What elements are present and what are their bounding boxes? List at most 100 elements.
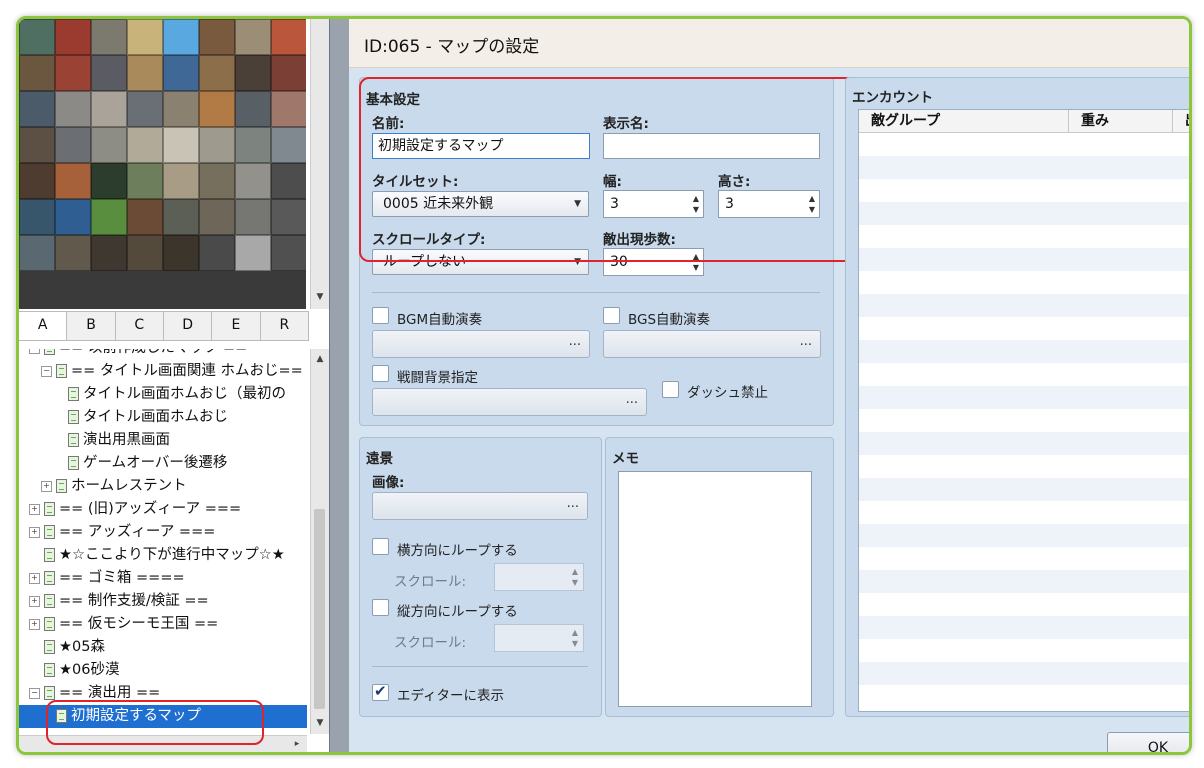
tileset-tab-e[interactable]: E [212, 312, 261, 340]
tileset-tile[interactable] [19, 235, 55, 271]
bgm-browse-button[interactable]: ... [372, 330, 590, 358]
expand-icon[interactable]: + [29, 595, 40, 607]
tileset-tile[interactable] [163, 199, 199, 235]
table-row[interactable] [859, 225, 1189, 248]
table-row[interactable] [859, 685, 1189, 708]
bgs-browse-button[interactable]: ... [603, 330, 821, 358]
table-row[interactable] [859, 616, 1189, 639]
show-in-editor-checkbox[interactable] [372, 682, 389, 701]
tileset-tile[interactable] [163, 235, 199, 271]
tileset-tile[interactable] [163, 163, 199, 199]
tileset-tile[interactable] [199, 127, 235, 163]
collapse-icon[interactable]: − [41, 365, 52, 377]
name-field[interactable]: 初期設定するマップ [372, 133, 590, 159]
map-tree-item[interactable]: + == (旧)アッズィーア === [19, 498, 307, 521]
table-row[interactable] [859, 570, 1189, 593]
tileset-tile[interactable] [235, 55, 271, 91]
table-row[interactable] [859, 248, 1189, 271]
spinner-arrows-icon[interactable]: ▲ ▼ [693, 193, 699, 215]
tileset-tile[interactable] [91, 55, 127, 91]
bgm-checkbox[interactable] [372, 307, 389, 324]
tileset-tile[interactable] [91, 127, 127, 163]
map-tree-item[interactable]: 初期設定するマップ [19, 705, 307, 728]
tileset-tile[interactable] [55, 127, 91, 163]
tileset-tile[interactable] [19, 199, 55, 235]
table-row[interactable] [859, 524, 1189, 547]
tileset-tile[interactable] [235, 127, 271, 163]
tileset-tile[interactable] [91, 199, 127, 235]
tileset-tile[interactable] [19, 19, 55, 55]
map-tree-item[interactable]: ★☆ここより下が進行中マップ☆★ [19, 544, 307, 567]
tileset-tile[interactable] [235, 91, 271, 127]
tileset-tile[interactable] [91, 163, 127, 199]
tileset-tile[interactable] [55, 199, 91, 235]
tileset-tile[interactable] [271, 235, 306, 271]
width-spinner[interactable]: 3 ▲ ▼ [603, 190, 704, 218]
table-row[interactable] [859, 133, 1189, 156]
tileset-tile[interactable] [271, 199, 306, 235]
tileset-tab-b[interactable]: B [67, 312, 116, 340]
encounter-table[interactable]: 敵グループ 重み 出 [858, 109, 1189, 712]
table-row[interactable] [859, 639, 1189, 662]
column-header-region[interactable]: 出 [1173, 110, 1189, 132]
tileset-tab-c[interactable]: C [116, 312, 164, 340]
tileset-tile[interactable] [19, 91, 55, 127]
scroll-up-icon[interactable]: ▲ [314, 353, 326, 365]
table-row[interactable] [859, 202, 1189, 225]
tileset-tile[interactable] [163, 127, 199, 163]
map-tree-hscrollbar[interactable]: ▸ [19, 735, 307, 752]
tileset-tile[interactable] [91, 91, 127, 127]
tileset-tile[interactable] [127, 91, 163, 127]
tileset-tile[interactable] [19, 127, 55, 163]
map-tree-item[interactable]: + == ゴミ箱 ==== [19, 567, 307, 590]
column-header-weight[interactable]: 重み [1069, 110, 1173, 132]
map-tree-item[interactable]: ★05森 [19, 636, 307, 659]
scroll-down-icon[interactable]: ▼ [314, 291, 326, 303]
table-row[interactable] [859, 179, 1189, 202]
tileset-tile[interactable] [127, 19, 163, 55]
map-tree-item[interactable]: タイトル画面ホムおじ [19, 406, 307, 429]
tileset-tile[interactable] [19, 163, 55, 199]
tileset-tile[interactable] [199, 91, 235, 127]
splitter[interactable] [329, 19, 350, 752]
tileset-tile[interactable] [271, 19, 306, 55]
tileset-select[interactable]: 0005 近未来外観 ▼ [372, 191, 589, 217]
dash-disable-checkbox[interactable] [662, 381, 679, 398]
scroll-down-icon[interactable]: ▼ [314, 717, 326, 729]
tileset-tile[interactable] [199, 235, 235, 271]
expand-icon[interactable]: + [29, 618, 40, 630]
tileset-tile[interactable] [235, 235, 271, 271]
tileset-tile[interactable] [235, 199, 271, 235]
table-row[interactable] [859, 409, 1189, 432]
height-spinner[interactable]: 3 ▲ ▼ [718, 190, 820, 218]
tileset-scrollbar[interactable]: ▼ [310, 19, 329, 309]
tileset-tile[interactable] [271, 91, 306, 127]
tileset-tile[interactable] [127, 163, 163, 199]
table-row[interactable] [859, 340, 1189, 363]
tileset-tile[interactable] [271, 127, 306, 163]
map-tree-item[interactable]: − == 演出用 == [19, 682, 307, 705]
tileset-tile[interactable] [55, 55, 91, 91]
tileset-tile[interactable] [127, 199, 163, 235]
loop-horizontal-checkbox[interactable] [372, 538, 389, 555]
tileset-tile[interactable] [271, 163, 306, 199]
map-tree-item[interactable]: + == 仮モシーモ王国 == [19, 613, 307, 636]
tileset-tile[interactable] [55, 235, 91, 271]
table-row[interactable] [859, 156, 1189, 179]
tileset-tab-d[interactable]: D [164, 312, 213, 340]
scroll-type-select[interactable]: ループしない ▼ [372, 249, 589, 275]
scroll-h-spinner[interactable]: ▲ ▼ [494, 563, 584, 591]
table-row[interactable] [859, 662, 1189, 685]
parallax-image-browse-button[interactable]: ... [372, 492, 588, 520]
scroll-thumb[interactable] [314, 509, 325, 709]
map-tree-item[interactable]: タイトル画面ホムおじ（最初の [19, 383, 307, 406]
scroll-right-icon[interactable]: ▸ [291, 738, 303, 750]
map-tree-item[interactable]: + ホームレステント [19, 475, 307, 498]
tileset-tile[interactable] [163, 91, 199, 127]
tileset-tab-r[interactable]: R [261, 312, 309, 340]
loop-vertical-checkbox[interactable] [372, 599, 389, 616]
expand-icon[interactable]: + [29, 526, 40, 538]
table-row[interactable] [859, 432, 1189, 455]
table-row[interactable] [859, 294, 1189, 317]
tileset-tile[interactable] [127, 55, 163, 91]
